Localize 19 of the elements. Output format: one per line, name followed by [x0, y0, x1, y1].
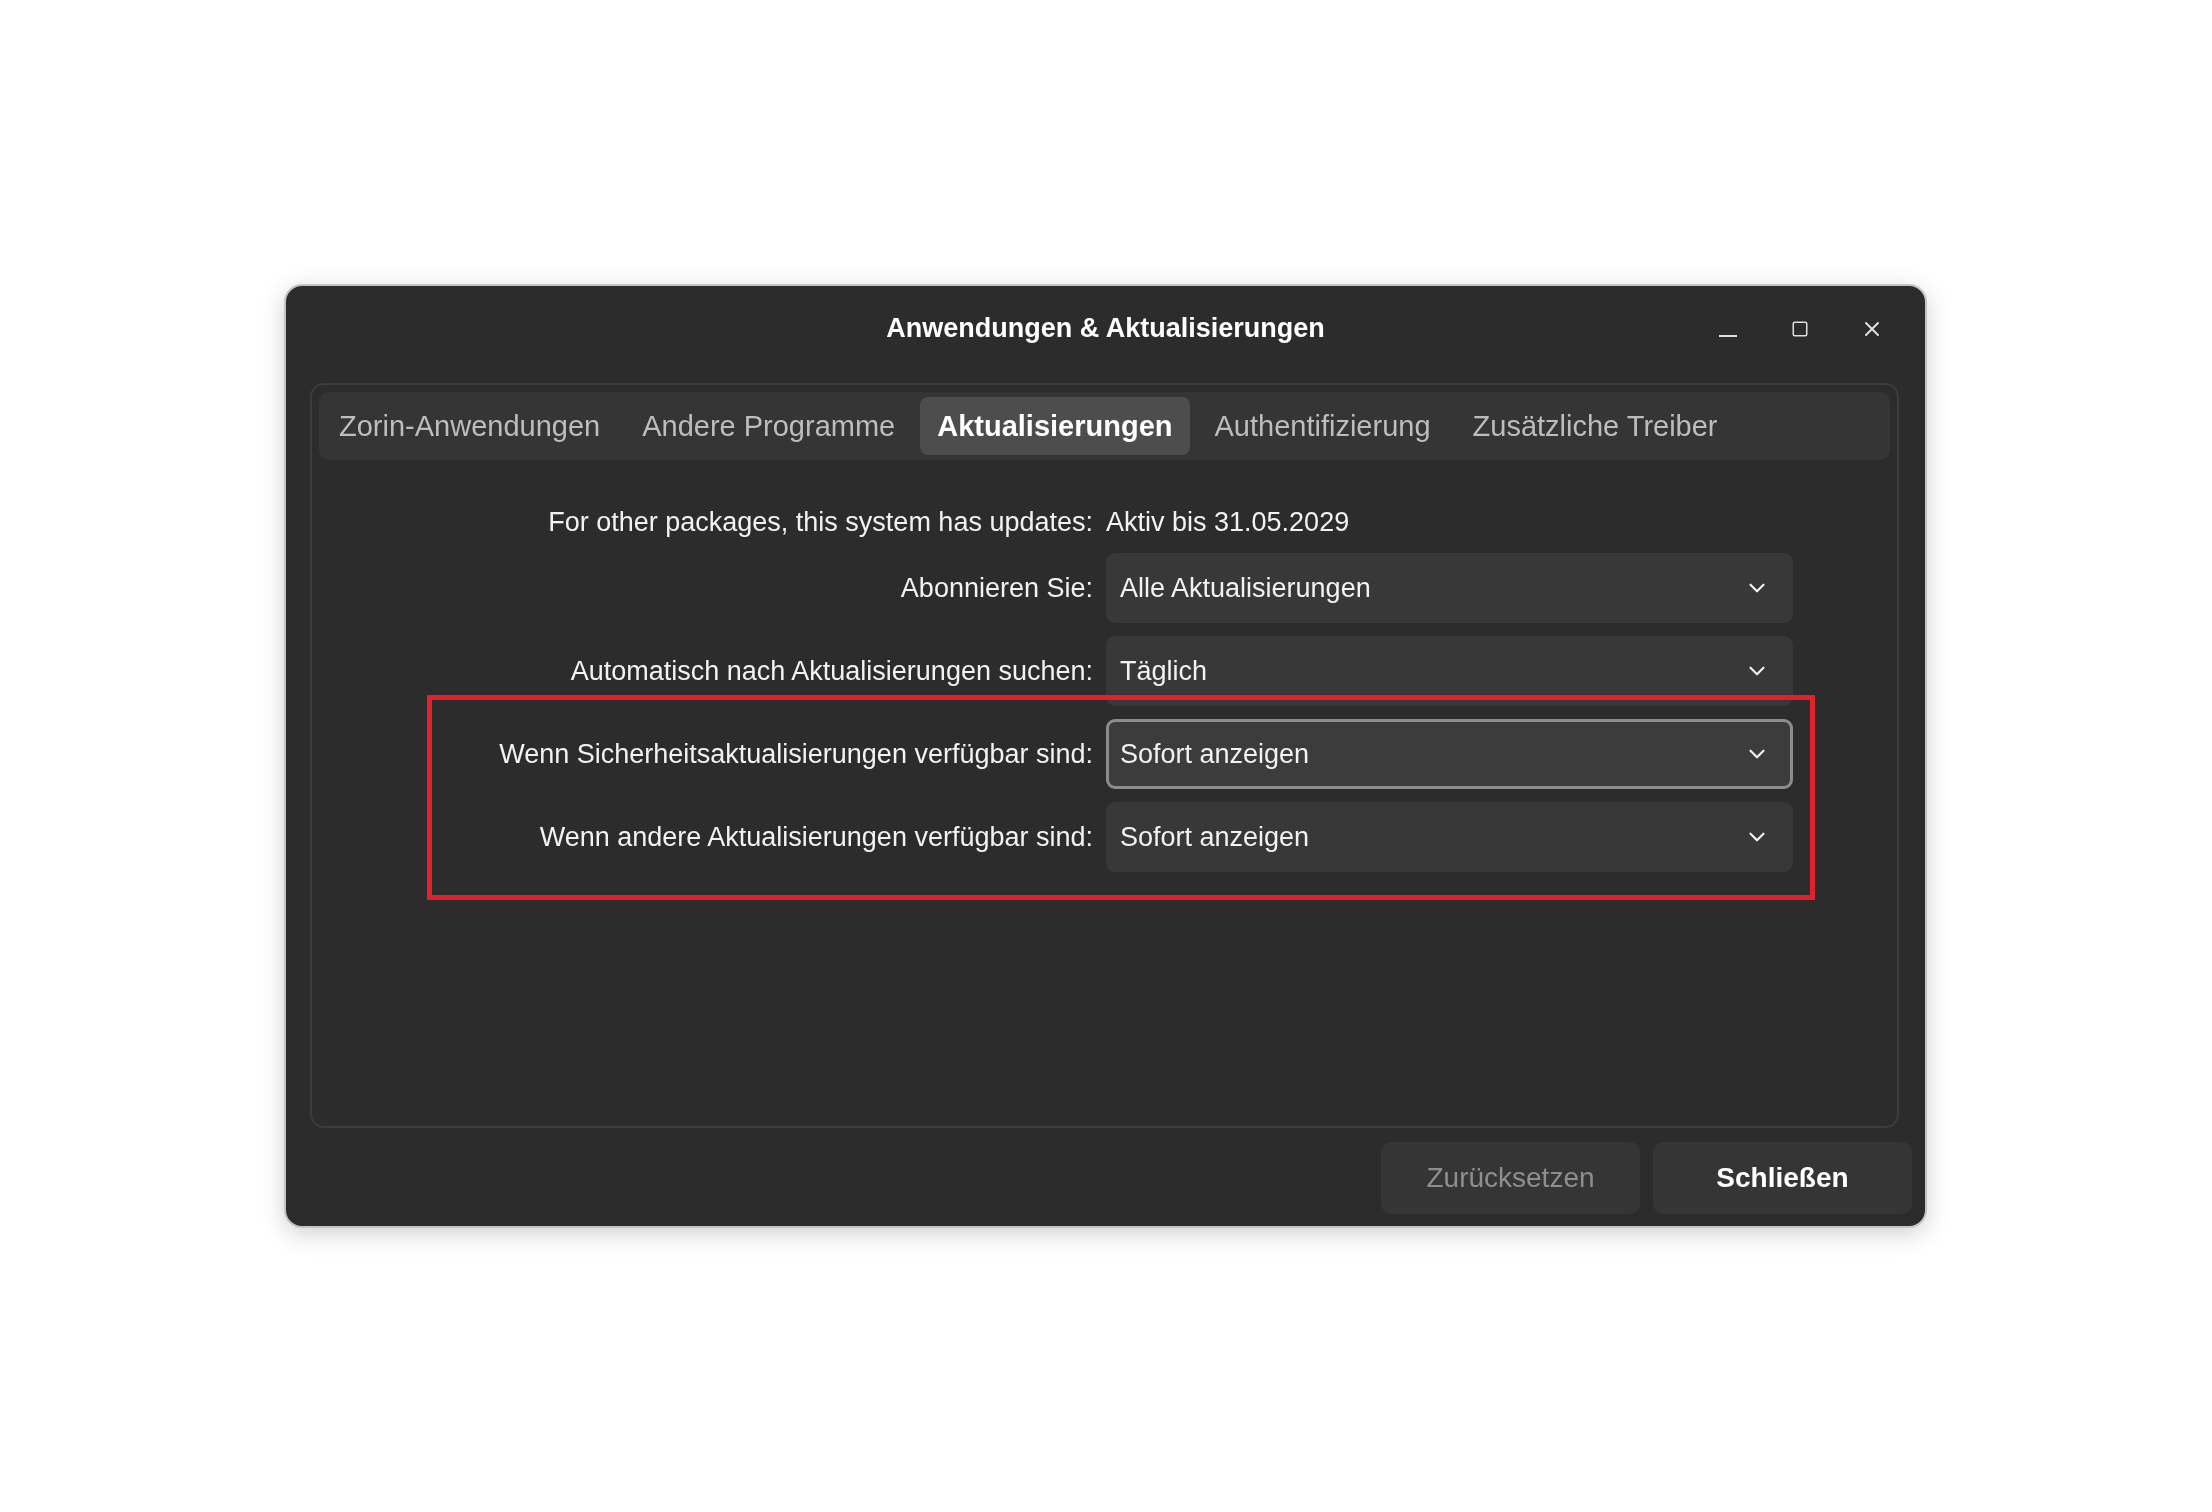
setting-label: Wenn Sicherheitsaktualisierungen verfügbar sind:: [498, 738, 1093, 770]
dropdown[interactable]: Sofort anzeigen: [1106, 802, 1793, 872]
tab[interactable]: Authentifizierung: [1197, 397, 1448, 455]
setting-label: For other packages, this system has updates:: [547, 507, 1093, 538]
window-title: Anwendungen & Aktualisierungen: [886, 312, 1325, 344]
dropdown[interactable]: Täglich: [1106, 636, 1793, 706]
tab[interactable]: Andere Programme: [625, 397, 913, 455]
dropdown[interactable]: Alle Aktualisierungen: [1106, 553, 1793, 623]
maximize-icon: [1791, 320, 1809, 338]
dropdown[interactable]: Sofort anzeigen: [1106, 719, 1793, 789]
setting-label: Wenn andere Aktualisierungen verfügbar sind:: [538, 821, 1093, 853]
tab[interactable]: Aktualisierungen: [920, 397, 1190, 455]
setting-label: Automatisch nach Aktualisierungen suchen:: [569, 655, 1093, 687]
minimize-icon: [1719, 335, 1737, 337]
dialog-button[interactable]: Schließen: [1653, 1142, 1912, 1214]
tab[interactable]: Zorin-Anwendungen: [322, 397, 618, 455]
tab[interactable]: Zusätzliche Treiber: [1455, 397, 1735, 455]
setting-label: Abonnieren Sie:: [899, 572, 1093, 604]
setting-value: Aktiv bis 31.05.2029: [1106, 506, 1350, 539]
